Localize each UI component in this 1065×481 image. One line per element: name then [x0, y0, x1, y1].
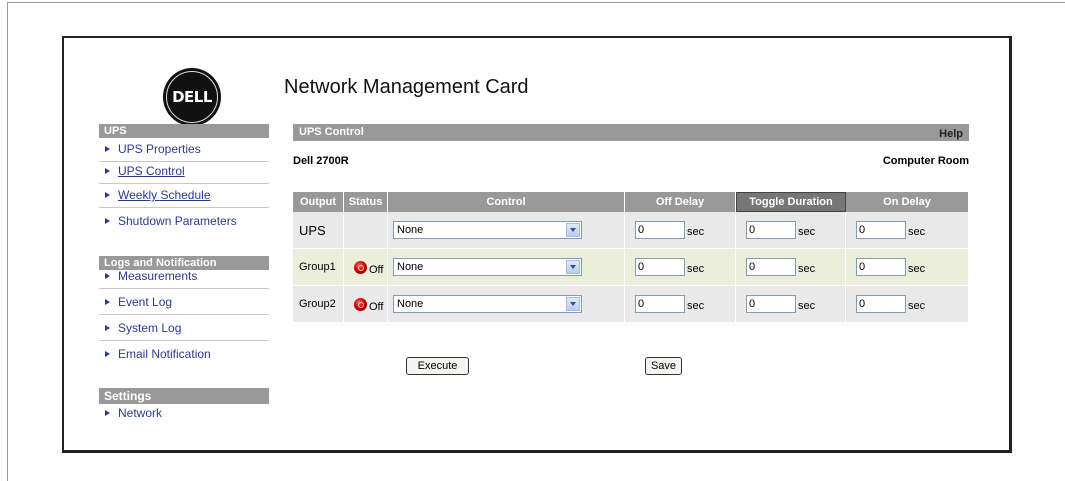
chevron-down-icon[interactable] [566, 260, 580, 274]
status-text: Off [369, 300, 384, 313]
triangle-right-icon [105, 273, 110, 279]
table-row: Group1 Off None 0 sec 0 sec 0 sec [293, 249, 969, 286]
sidebar-item-shutdown-parameters[interactable]: Shutdown Parameters [99, 212, 269, 234]
on-delay-input[interactable]: 0 [856, 258, 906, 276]
column-header-toggle-duration: Toggle Duration [736, 192, 846, 212]
management-card-window: DELL Network Management Card UPS UPS Pro… [62, 36, 1012, 453]
column-header-on-delay: On Delay [846, 192, 969, 212]
sidebar-item-measurements[interactable]: Measurements [99, 267, 269, 289]
ups-control-header: UPS Control Help [293, 124, 969, 141]
triangle-right-icon [105, 410, 110, 416]
ups-control-table: Output Status Control Off Delay Toggle D… [293, 192, 969, 323]
save-button[interactable]: Save [645, 357, 682, 375]
off-delay-input[interactable]: 0 [635, 258, 685, 276]
status-cell: Off [344, 296, 387, 313]
column-header-status: Status [344, 192, 388, 212]
toggle-duration-input[interactable]: 0 [746, 295, 796, 313]
control-select[interactable]: None [393, 258, 582, 276]
help-link[interactable]: Help [939, 126, 963, 143]
column-header-off-delay: Off Delay [625, 192, 736, 212]
control-select[interactable]: None [393, 221, 582, 239]
status-cell [344, 212, 388, 249]
sidebar-item-event-log[interactable]: Event Log [99, 293, 269, 315]
toggle-duration-input[interactable]: 0 [746, 258, 796, 276]
triangle-right-icon [105, 168, 110, 174]
triangle-right-icon [105, 325, 110, 331]
execute-button[interactable]: Execute [406, 357, 469, 375]
status-text: Off [369, 263, 384, 276]
sidebar-item-email-notification[interactable]: Email Notification [99, 345, 269, 367]
toggle-duration-input[interactable]: 0 [746, 221, 796, 239]
column-header-output: Output [293, 192, 344, 212]
table-row: UPS None 0 sec 0 sec 0 sec [293, 212, 969, 249]
triangle-right-icon [105, 192, 110, 198]
red-led-icon [354, 297, 367, 311]
sidebar-item-ups-properties[interactable]: UPS Properties [99, 140, 269, 162]
triangle-right-icon [105, 218, 110, 224]
table-row: Group2 Off None 0 sec 0 sec 0 sec [293, 286, 969, 323]
off-delay-input[interactable]: 0 [635, 295, 685, 313]
on-delay-input[interactable]: 0 [856, 295, 906, 313]
red-led-icon [354, 260, 367, 274]
on-delay-input[interactable]: 0 [856, 221, 906, 239]
dell-logo: DELL [163, 68, 221, 126]
sidebar-header-ups: UPS [99, 124, 269, 138]
status-cell: Off [344, 259, 387, 276]
sidebar-header-settings: Settings [99, 388, 269, 404]
sidebar-item-ups-control[interactable]: UPS Control [99, 162, 269, 184]
triangle-right-icon [105, 351, 110, 357]
sidebar-item-weekly-schedule[interactable]: Weekly Schedule [99, 186, 269, 208]
output-name: UPS [293, 212, 344, 249]
output-name: Group2 [293, 286, 344, 323]
ups-model: Dell 2700R [293, 155, 349, 167]
control-select[interactable]: None [393, 295, 582, 313]
chevron-down-icon[interactable] [566, 223, 580, 237]
column-header-control: Control [388, 192, 625, 212]
triangle-right-icon [105, 146, 110, 152]
off-delay-input[interactable]: 0 [635, 221, 685, 239]
output-name: Group1 [293, 249, 344, 286]
page-title: Network Management Card [284, 76, 529, 98]
dell-logo-icon: DELL [172, 88, 212, 106]
section-title: UPS Control [299, 126, 364, 138]
sidebar-item-network[interactable]: Network [99, 404, 269, 426]
ups-location: Computer Room [882, 155, 969, 167]
triangle-right-icon [105, 299, 110, 305]
sidebar-item-system-log[interactable]: System Log [99, 319, 269, 341]
chevron-down-icon[interactable] [566, 297, 580, 311]
